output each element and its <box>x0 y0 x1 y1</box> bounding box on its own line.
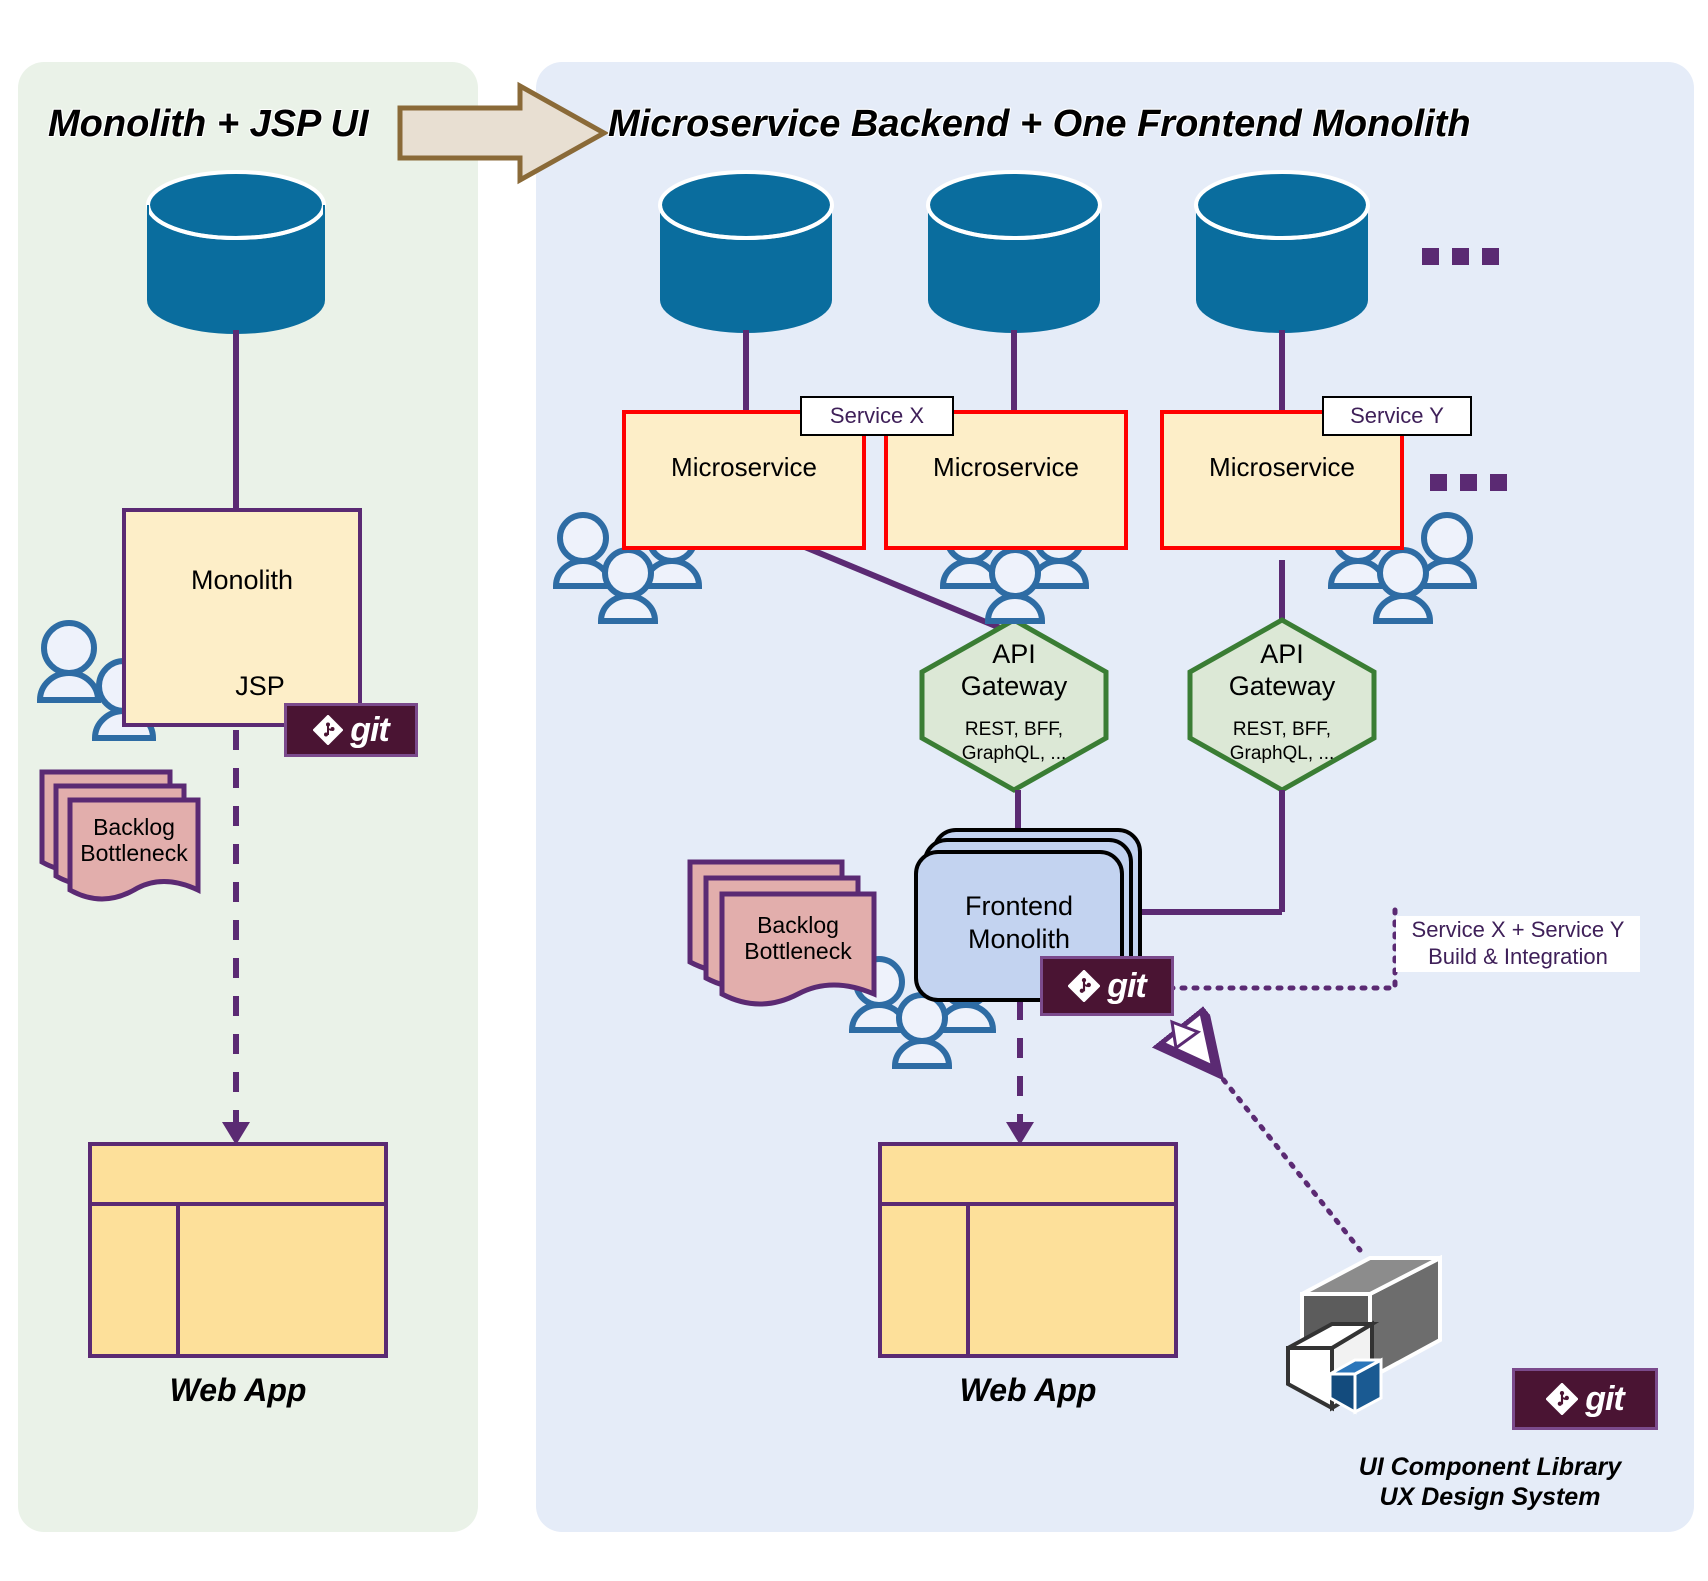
backlog-left-line2: Bottleneck <box>80 840 188 867</box>
diagram-canvas: Monolith + JSP UI Microservice Backend +… <box>0 0 1708 1581</box>
webapp-right-header <box>882 1146 1174 1206</box>
service-label-x[interactable]: Service X <box>800 396 954 436</box>
git-badge-component-library-label: git <box>1585 1379 1625 1418</box>
git-icon <box>1068 970 1101 1002</box>
git-badge-frontend[interactable]: git <box>1040 956 1174 1016</box>
api-gateway-1-line2: Gateway <box>960 671 1068 702</box>
ellipsis-microservices <box>1430 474 1507 491</box>
backlog-right-line1: Backlog <box>757 912 839 938</box>
ellipsis-databases <box>1422 248 1499 265</box>
microservice-3-label: Microservice <box>1209 451 1355 482</box>
api-gateway-2-line1: API <box>1260 639 1304 669</box>
backlog-left-line1: Backlog <box>93 814 175 840</box>
component-library-line2: UX Design System <box>1379 1483 1601 1511</box>
frontend-monolith-label: Frontend Monolith <box>916 890 1122 956</box>
git-badge-left-label: git <box>350 710 390 749</box>
git-badge-component-library[interactable]: git <box>1512 1368 1658 1430</box>
api-gateway-2-subtitle: REST, BFF, GraphQL, ... <box>1190 718 1374 766</box>
api-gateway-2-sub2: GraphQL, ... <box>1229 742 1335 764</box>
api-gateway-1-title: API Gateway <box>922 638 1106 703</box>
backlog-label-right: Backlog Bottleneck <box>722 894 874 965</box>
git-icon <box>313 715 344 745</box>
frontend-monolith-line2: Monolith <box>967 923 1071 954</box>
component-library-line1: UI Component Library <box>1358 1453 1622 1481</box>
monolith-box-label: Monolith <box>190 565 294 595</box>
webapp-left-header <box>92 1146 384 1206</box>
backlog-label-left: Backlog Bottleneck <box>70 800 198 867</box>
component-library-caption: UI Component Library UX Design System <box>1320 1452 1660 1512</box>
build-integration-line2: Build & Integration <box>1428 943 1608 969</box>
microservice-2-label: Microservice <box>933 451 1079 482</box>
service-label-y[interactable]: Service Y <box>1322 396 1472 436</box>
git-badge-frontend-label: git <box>1107 966 1147 1005</box>
microservice-1-label: Microservice <box>671 451 817 482</box>
webapp-right-divider <box>966 1206 970 1358</box>
webapp-left-divider <box>176 1206 180 1358</box>
api-gateway-2-line2: Gateway <box>1228 671 1336 702</box>
api-gateway-2-sub1: REST, BFF, <box>1232 719 1332 740</box>
webapp-right-caption: Web App <box>959 1372 1097 1408</box>
api-gateway-1-subtitle: REST, BFF, GraphQL, ... <box>922 718 1106 766</box>
webapp-left[interactable] <box>88 1142 388 1358</box>
frontend-monolith-line1: Frontend <box>964 891 1074 921</box>
build-integration-label: Service X + Service Y Build & Integratio… <box>1396 916 1640 972</box>
api-gateway-2-title: API Gateway <box>1190 638 1374 703</box>
git-icon <box>1546 1383 1579 1415</box>
service-label-y-text: Service Y <box>1350 403 1444 428</box>
build-integration-line1: Service X + Service Y <box>1411 917 1625 942</box>
panel-right-title: Microservice Backend + One Frontend Mono… <box>608 103 1471 145</box>
api-gateway-1-sub1: REST, BFF, <box>964 719 1064 740</box>
jsp-box-label: JSP <box>235 670 285 701</box>
service-label-x-text: Service X <box>829 403 925 428</box>
webapp-left-caption: Web App <box>169 1372 307 1408</box>
backlog-right-line2: Bottleneck <box>744 938 852 965</box>
api-gateway-1-sub2: GraphQL, ... <box>961 742 1067 764</box>
webapp-right[interactable] <box>878 1142 1178 1358</box>
git-badge-left[interactable]: git <box>284 703 418 757</box>
monolith-box[interactable]: Monolith <box>122 508 362 653</box>
api-gateway-1-line1: API <box>992 639 1036 669</box>
panel-left-title: Monolith + JSP UI <box>48 103 369 145</box>
